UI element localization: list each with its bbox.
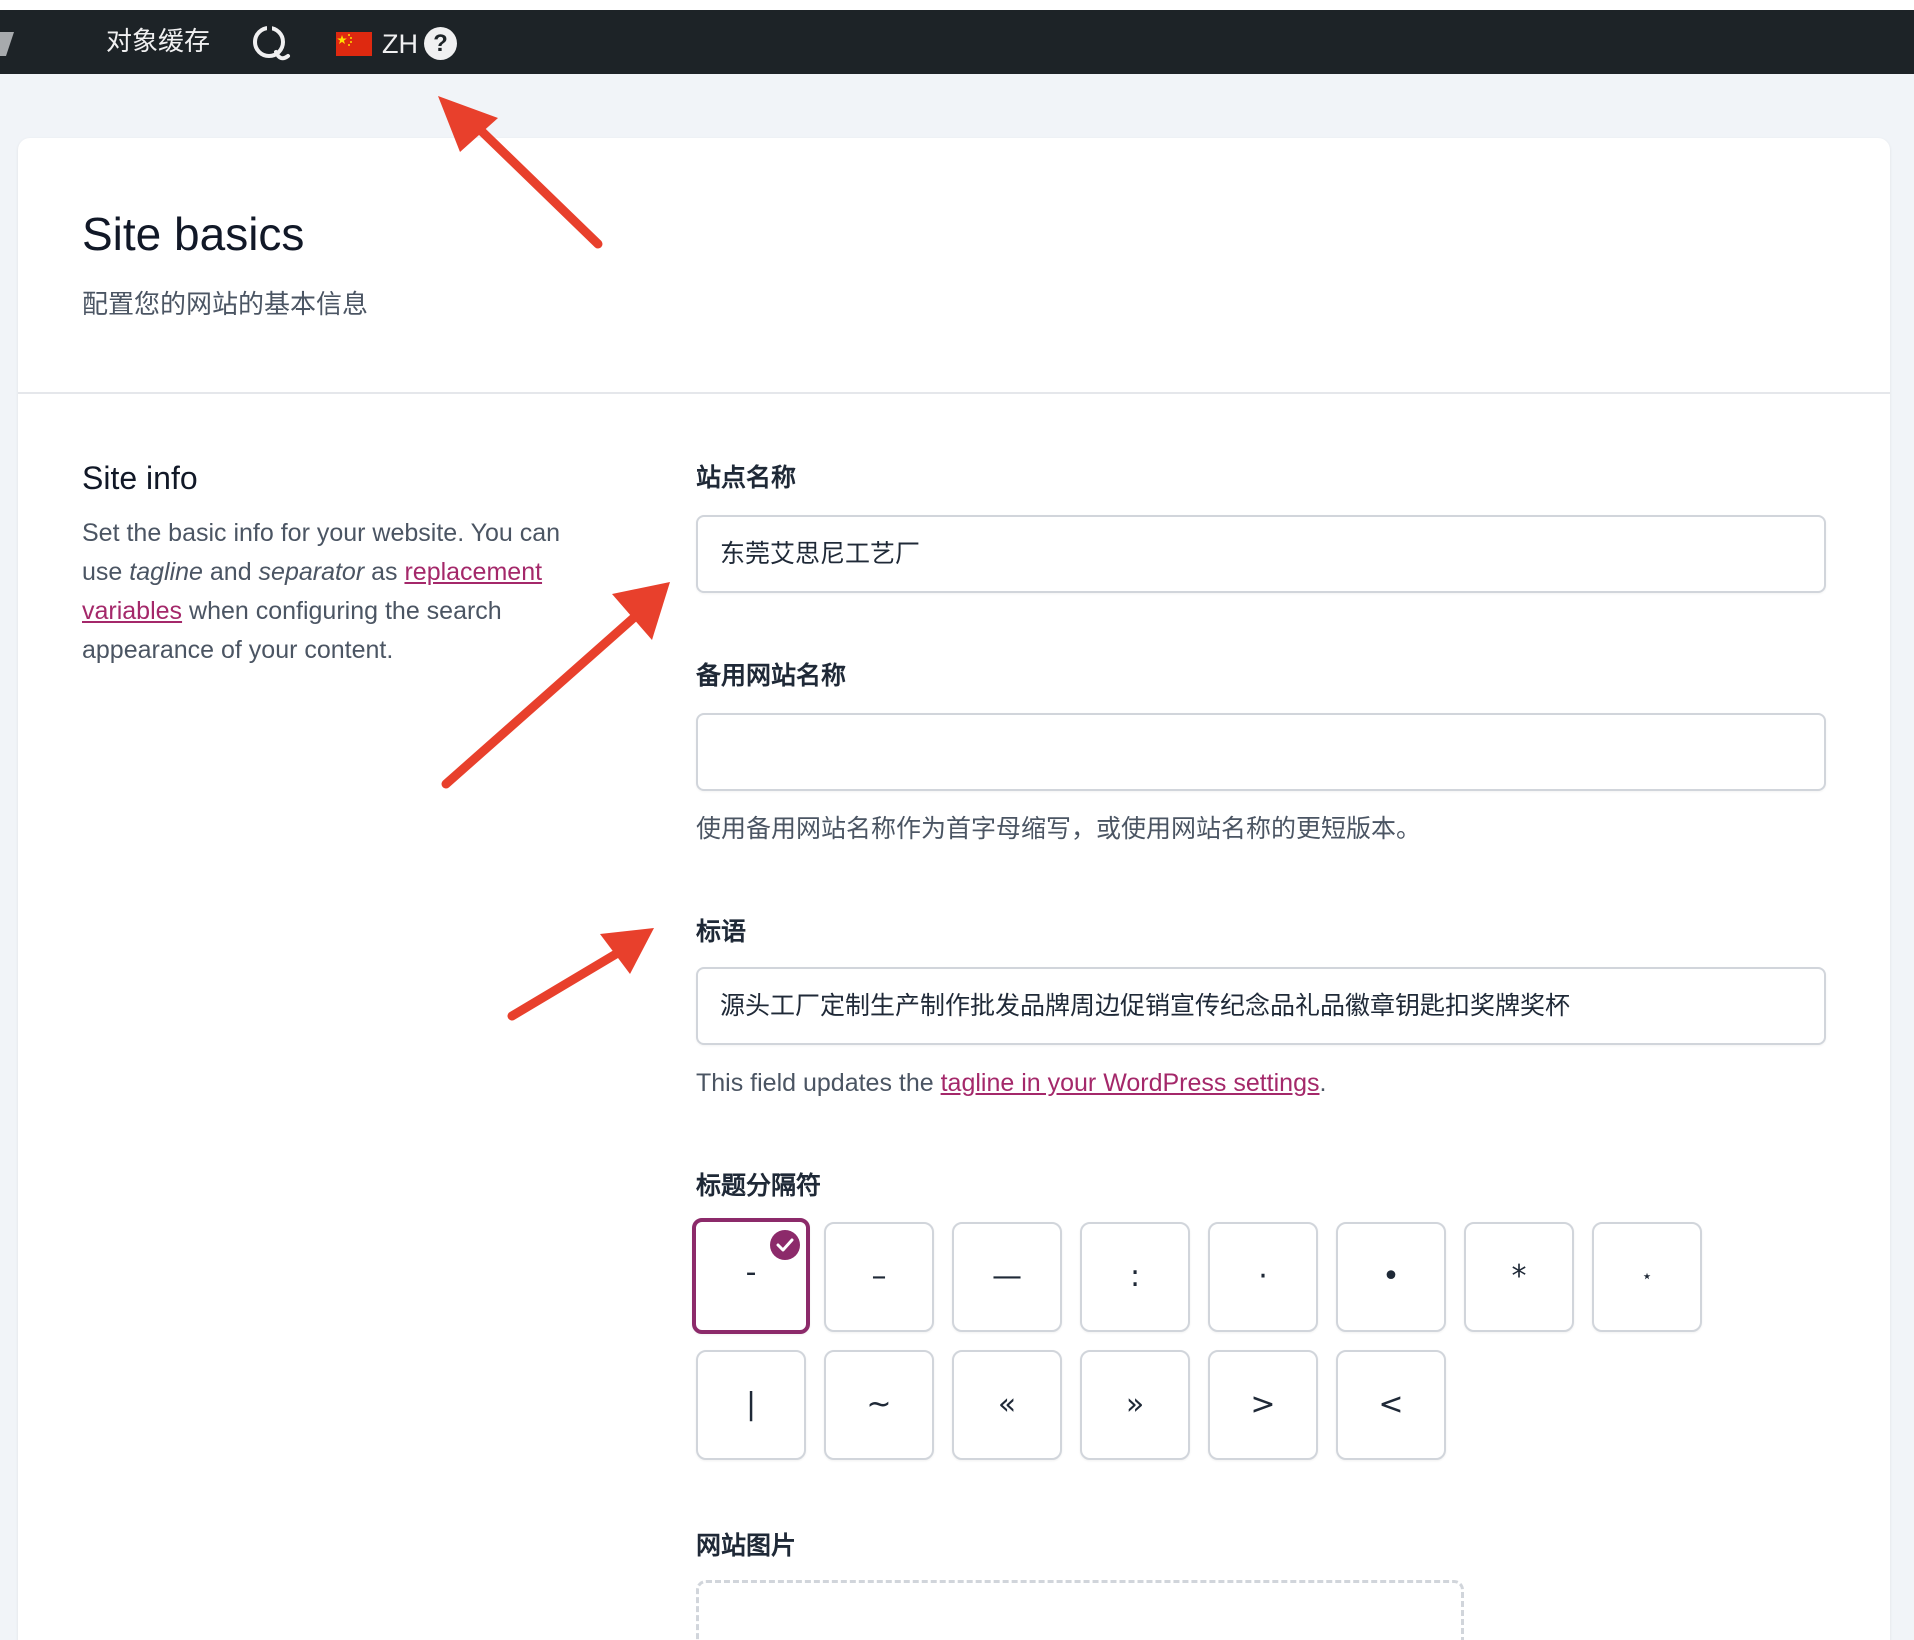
wordpress-settings-link[interactable]: tagline in your WordPress settings (941, 1069, 1320, 1097)
site-info-title: Site info (82, 460, 198, 496)
tagline-help-text: This field updates the (696, 1069, 941, 1097)
tagline-input[interactable]: 源头工厂定制生产制作批发品牌周边促销宣传纪念品礼品徽章钥匙扣奖牌奖杯 (696, 967, 1826, 1045)
admin-bar: 对象缓存 ZH ? (0, 10, 1914, 74)
separator-option-star[interactable]: ⋆ (1592, 1222, 1702, 1332)
separator-option-colon[interactable]: : (1080, 1222, 1190, 1332)
separator-glyph: – (871, 1259, 887, 1294)
site-info-description: Set the basic info for your website. You… (82, 514, 602, 670)
language-code[interactable]: ZH (382, 28, 418, 60)
separator-glyph: > (1250, 1387, 1276, 1422)
china-flag-icon[interactable] (336, 32, 372, 56)
separator-label: 标题分隔符 (696, 1171, 822, 1200)
alt-site-name-input[interactable] (696, 713, 1826, 791)
desc-text: as (364, 558, 405, 586)
alt-site-name-help: 使用备用网站名称作为首字母缩写，或使用网站名称的更短版本。 (696, 814, 1422, 843)
site-image-upload[interactable] (696, 1580, 1464, 1640)
separator-option-bullet[interactable]: • (1336, 1222, 1446, 1332)
separator-glyph: | (745, 1387, 757, 1422)
check-icon (770, 1230, 800, 1260)
separator-option-em-dash[interactable]: — (952, 1222, 1062, 1332)
desc-tagline: tagline (129, 558, 203, 586)
tagline-label: 标语 (696, 917, 747, 946)
separator-glyph: - (745, 1255, 757, 1290)
wordpress-logo-icon[interactable] (0, 26, 16, 60)
separator-option-hyphen[interactable]: - (692, 1218, 810, 1334)
separator-option-less-than[interactable]: < (1336, 1350, 1446, 1460)
top-strip (0, 0, 1914, 10)
separator-glyph: ~ (866, 1387, 892, 1422)
desc-text: and (202, 558, 259, 586)
site-image-label: 网站图片 (696, 1531, 797, 1560)
separator-option-left-guillemet[interactable]: « (952, 1350, 1062, 1460)
separator-option-right-guillemet[interactable]: » (1080, 1350, 1190, 1460)
separator-option-asterisk[interactable]: * (1464, 1222, 1574, 1332)
tagline-help: This field updates the tagline in your W… (696, 1066, 1326, 1100)
separator-option-middle-dot[interactable]: · (1208, 1222, 1318, 1332)
page-title: Site basics (82, 208, 305, 260)
separator-glyph: * (1511, 1259, 1527, 1294)
separator-option-pipe[interactable]: | (696, 1350, 806, 1460)
tagline-help-text: . (1319, 1069, 1327, 1097)
separator-glyph: ⋆ (1641, 1266, 1653, 1287)
separator-glyph: » (1125, 1387, 1145, 1422)
separator-glyph: « (997, 1387, 1017, 1422)
yoast-seo-icon[interactable] (250, 22, 292, 64)
site-name-input[interactable]: 东莞艾思尼工艺厂 (696, 515, 1826, 593)
separator-glyph: : (1129, 1259, 1141, 1294)
separator-option-en-dash[interactable]: – (824, 1222, 934, 1332)
page-subtitle: 配置您的网站的基本信息 (82, 290, 369, 320)
separator-glyph: < (1378, 1387, 1404, 1422)
separator-glyph: — (992, 1259, 1022, 1294)
card-header: Site basics 配置您的网站的基本信息 (18, 138, 1890, 394)
separator-option-greater-than[interactable]: > (1208, 1350, 1318, 1460)
separator-glyph: • (1382, 1259, 1400, 1294)
desc-separator: separator (258, 558, 365, 586)
separator-option-tilde[interactable]: ~ (824, 1350, 934, 1460)
object-cache-menu[interactable]: 对象缓存 (106, 26, 210, 58)
site-name-label: 站点名称 (696, 463, 797, 492)
help-icon[interactable]: ? (424, 27, 457, 60)
separator-glyph: · (1258, 1259, 1268, 1294)
alt-site-name-label: 备用网站名称 (696, 661, 847, 690)
